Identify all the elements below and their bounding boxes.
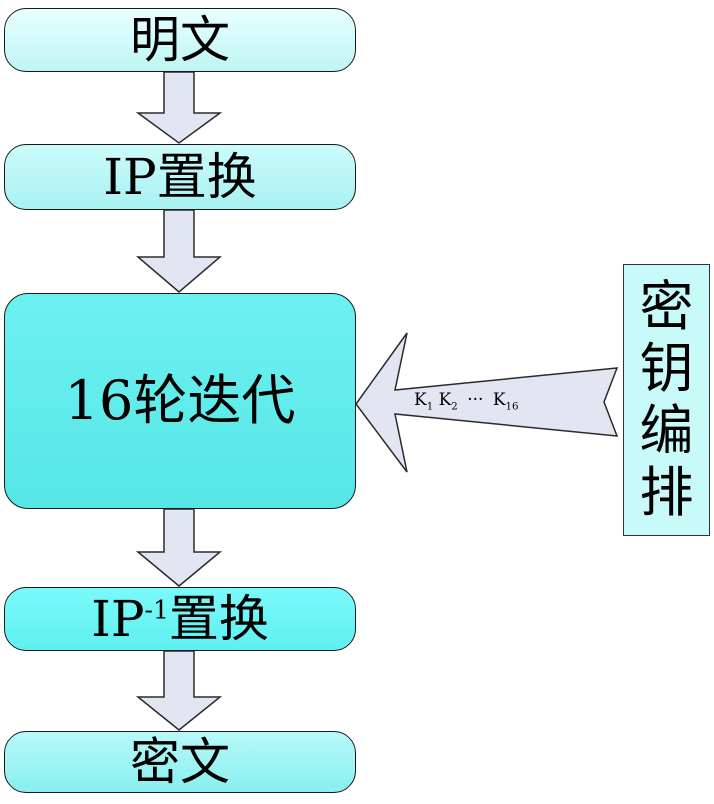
- subkey-k1: K1: [414, 390, 434, 413]
- subkey-k2: K2: [438, 390, 458, 413]
- arrow-ip-to-rounds: [135, 209, 223, 293]
- subkey-labels: K1 K2 ··· K16: [414, 390, 519, 413]
- inverse-ip-permutation-label: IP-1置换: [91, 590, 269, 648]
- rounds-label: 16轮迭代: [64, 369, 296, 432]
- ciphertext-label: 密文: [130, 733, 230, 791]
- subkey-k16: K16: [492, 390, 519, 413]
- rounds-box: 16轮迭代: [4, 293, 356, 509]
- key-schedule-char: 排: [639, 461, 694, 524]
- key-schedule-char: 编: [639, 399, 694, 462]
- subkey-ellipsis: ···: [467, 390, 484, 410]
- ip-permutation-box: IP置换: [4, 144, 356, 210]
- plaintext-label: 明文: [130, 11, 230, 69]
- inverse-ip-permutation-box: IP-1置换: [4, 587, 356, 651]
- key-schedule-char: 密: [639, 275, 694, 338]
- arrow-ipinv-to-ciphertext: [135, 650, 223, 731]
- key-schedule-char: 钥: [639, 337, 694, 400]
- arrow-plaintext-to-ip: [135, 71, 223, 144]
- ip-permutation-label: IP置换: [103, 148, 257, 206]
- key-schedule-box: 密 钥 编 排: [623, 264, 710, 536]
- plaintext-box: 明文: [4, 8, 356, 72]
- ciphertext-box: 密文: [4, 731, 356, 793]
- arrow-rounds-to-ipinv: [135, 508, 223, 587]
